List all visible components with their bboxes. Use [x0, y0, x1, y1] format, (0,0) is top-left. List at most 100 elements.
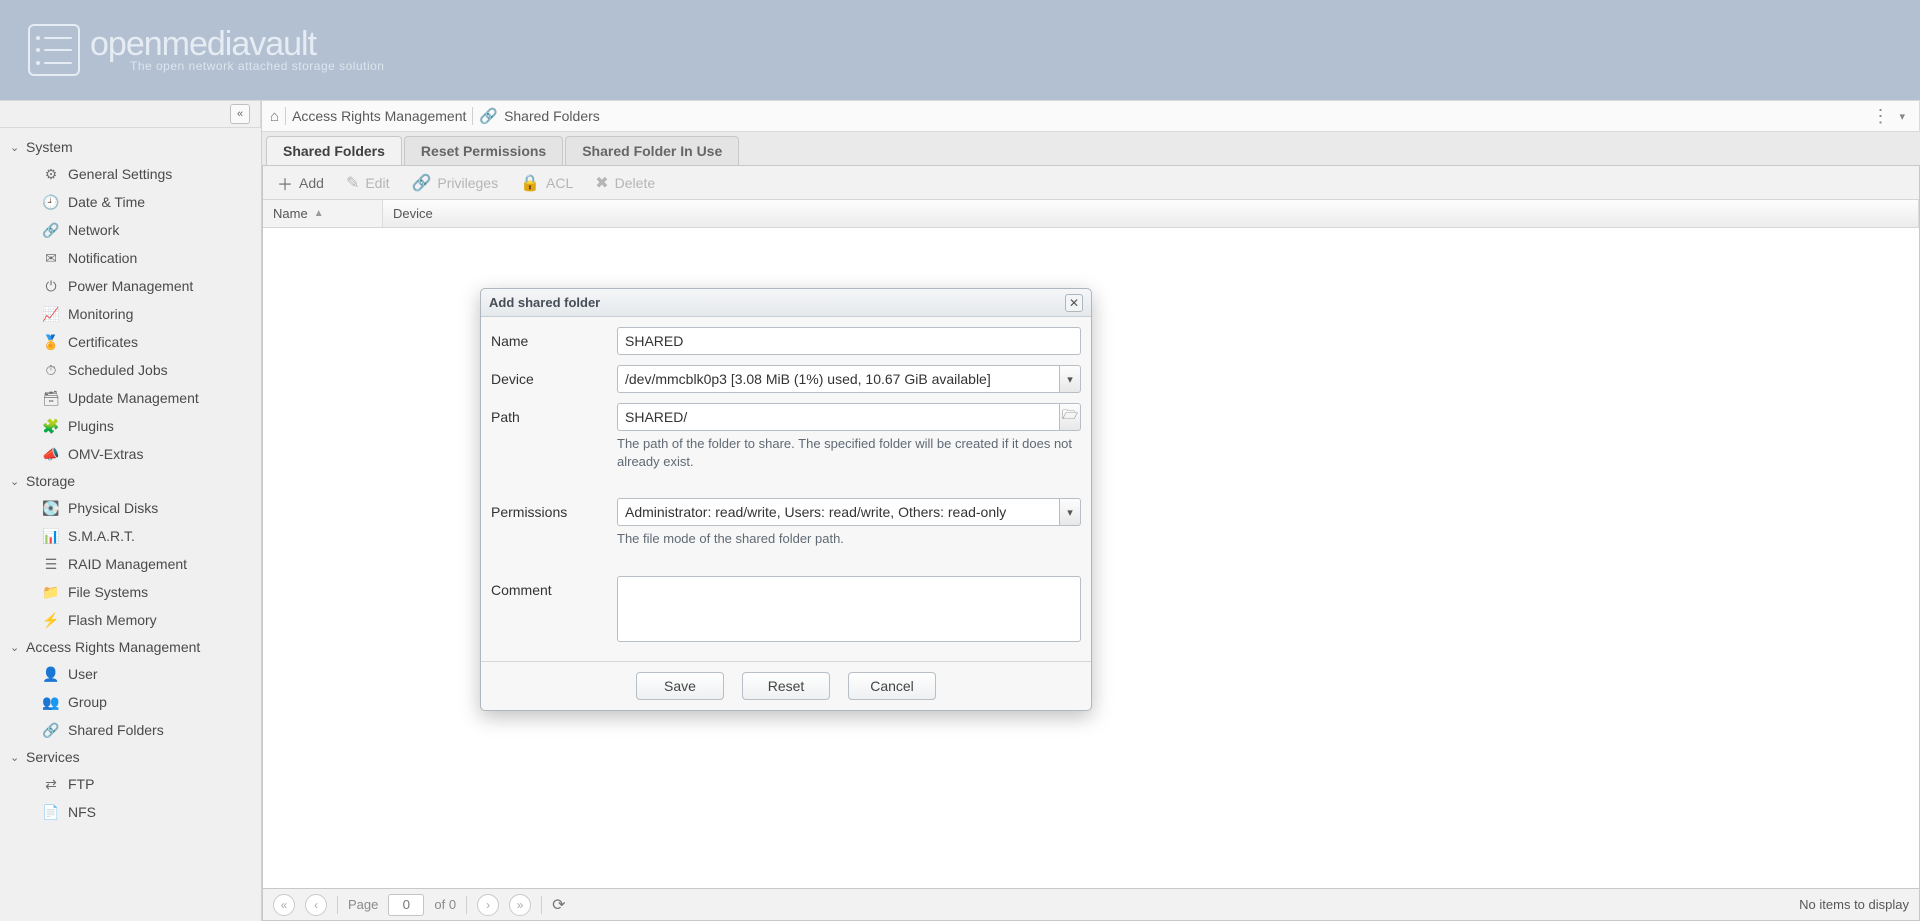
disk-icon: 💽: [42, 499, 60, 517]
more-icon[interactable]: ⋮: [1871, 106, 1889, 127]
sidebar-item-label: RAID Management: [68, 554, 187, 574]
sidebar-item-raid-management[interactable]: ☰ RAID Management: [0, 550, 261, 578]
sidebar-item-date-time[interactable]: 🕘Date & Time: [0, 188, 261, 216]
sidebar-item-smart[interactable]: 📊 S.M.A.R.T.: [0, 522, 261, 550]
tab-reset-permissions[interactable]: Reset Permissions: [404, 136, 563, 165]
page-of: of 0: [434, 897, 456, 912]
folder-icon: 📁: [42, 583, 60, 601]
device-label: Device: [491, 365, 617, 387]
dialog-close-button[interactable]: ✕: [1065, 294, 1083, 312]
clock-icon: 🕘: [42, 193, 60, 211]
path-browse-button[interactable]: 🗁: [1059, 403, 1081, 431]
sidebar-item-flash-memory[interactable]: ⚡Flash Memory: [0, 606, 261, 634]
sidebar-item-general-settings[interactable]: ⚙General Settings: [0, 160, 261, 188]
sidebar-item-file-systems[interactable]: 📁 File Systems: [0, 578, 261, 606]
puzzle-icon: 🧩: [42, 417, 60, 435]
refresh-icon[interactable]: ⟳: [552, 895, 565, 915]
sidebar-item-label: Scheduled Jobs: [68, 360, 168, 380]
sidebar-item-group[interactable]: 👥Group: [0, 688, 261, 716]
col-label: Device: [393, 206, 433, 221]
acl-button[interactable]: 🔒 ACL: [510, 170, 583, 196]
device-select[interactable]: [617, 365, 1059, 393]
sidebar-item-notification[interactable]: ✉Notification: [0, 244, 261, 272]
lock-icon: 🔒: [520, 173, 540, 193]
stack-icon: ☰: [42, 555, 60, 573]
home-icon[interactable]: ⌂: [270, 108, 279, 125]
permissions-dropdown-button[interactable]: ▾: [1059, 498, 1081, 526]
permissions-label: Permissions: [491, 498, 617, 520]
mail-icon: ✉: [42, 249, 60, 267]
dialog-title: Add shared folder: [489, 295, 600, 310]
sidebar-item-monitoring[interactable]: 📈Monitoring: [0, 300, 261, 328]
dropdown-icon[interactable]: ▾: [1899, 110, 1905, 123]
breadcrumb-page[interactable]: Shared Folders: [504, 108, 600, 124]
share-icon: 🔗: [411, 173, 431, 193]
share-icon: 🔗: [42, 721, 60, 739]
sidebar-item-label: Power Management: [68, 276, 193, 296]
sidebar-item-label: S.M.A.R.T.: [68, 526, 135, 546]
sidebar-item-nfs[interactable]: 📄NFS: [0, 798, 261, 826]
tab-shared-folder-in-use[interactable]: Shared Folder In Use: [565, 136, 739, 165]
device-dropdown-button[interactable]: ▾: [1059, 365, 1081, 393]
grid-header: Name▲ Device: [263, 200, 1919, 228]
sidebar-collapse-button[interactable]: «: [230, 104, 250, 124]
sidebar-group-services[interactable]: ⌄Services: [0, 744, 261, 770]
sidebar-group-system[interactable]: ⌄System: [0, 134, 261, 160]
add-button[interactable]: ＋Add: [267, 168, 334, 198]
sidebar-group-storage[interactable]: ⌄Storage: [0, 468, 261, 494]
sidebar-item-certificates[interactable]: 🏅Certificates: [0, 328, 261, 356]
last-page-button[interactable]: »: [509, 894, 531, 916]
sidebar-item-label: Flash Memory: [68, 610, 157, 630]
group-label: Access Rights Management: [26, 639, 200, 655]
prev-page-button[interactable]: ‹: [305, 894, 327, 916]
toolbar: ＋Add ✎Edit 🔗Privileges 🔒 ACL ✖Delete: [263, 166, 1919, 200]
package-icon: 🗃: [42, 389, 60, 407]
name-label: Name: [491, 327, 617, 349]
toolbar-label: Edit: [365, 175, 389, 191]
gear-icon: ⚙: [42, 165, 60, 183]
name-field[interactable]: [617, 327, 1081, 355]
comment-field[interactable]: [617, 576, 1081, 642]
sidebar-item-network[interactable]: 🔗 Network: [0, 216, 261, 244]
sidebar-item-scheduled-jobs[interactable]: ⏱Scheduled Jobs: [0, 356, 261, 384]
permissions-select[interactable]: [617, 498, 1059, 526]
col-name[interactable]: Name▲: [263, 200, 383, 227]
sidebar-item-update-management[interactable]: 🗃Update Management: [0, 384, 261, 412]
sidebar-item-label: Certificates: [68, 332, 138, 352]
sidebar-collapse-bar: «: [0, 100, 261, 128]
sidebar-item-label: Group: [68, 692, 107, 712]
sidebar-item-omv-extras[interactable]: 📣OMV-Extras: [0, 440, 261, 468]
sidebar-item-power-management[interactable]: ⏻ Power Management: [0, 272, 261, 300]
sidebar-item-plugins[interactable]: 🧩Plugins: [0, 412, 261, 440]
reset-button[interactable]: Reset: [742, 672, 830, 700]
group-label: Storage: [26, 473, 75, 489]
privileges-button[interactable]: 🔗Privileges: [401, 170, 508, 196]
save-button[interactable]: Save: [636, 672, 724, 700]
toolbar-label: Add: [299, 175, 324, 191]
sidebar-item-label: Monitoring: [68, 304, 133, 324]
chart-icon: 📊: [42, 527, 60, 545]
breadcrumb-section[interactable]: Access Rights Management: [292, 108, 466, 124]
page-input[interactable]: [388, 894, 424, 916]
sidebar-item-user[interactable]: 👤User: [0, 660, 261, 688]
sidebar-item-label: File Systems: [68, 582, 148, 602]
sidebar-item-ftp[interactable]: ⇄FTP: [0, 770, 261, 798]
toolbar-label: ACL: [546, 175, 573, 191]
tab-shared-folders[interactable]: Shared Folders: [266, 136, 402, 165]
path-field[interactable]: [617, 403, 1059, 431]
sidebar-item-label: User: [68, 664, 98, 684]
sidebar-item-shared-folders[interactable]: 🔗Shared Folders: [0, 716, 261, 744]
first-page-button[interactable]: «: [273, 894, 295, 916]
power-icon: ⏻: [42, 277, 60, 295]
sidebar-item-physical-disks[interactable]: 💽Physical Disks: [0, 494, 261, 522]
edit-button[interactable]: ✎Edit: [336, 170, 400, 196]
delete-button[interactable]: ✖Delete: [585, 170, 665, 196]
col-device[interactable]: Device: [383, 200, 1919, 227]
sidebar-group-arm[interactable]: ⌄Access Rights Management: [0, 634, 261, 660]
network-icon: 🔗: [42, 221, 60, 239]
x-icon: ✖: [595, 173, 608, 193]
next-page-button[interactable]: ›: [477, 894, 499, 916]
path-label: Path: [491, 403, 617, 425]
cancel-button[interactable]: Cancel: [848, 672, 936, 700]
sidebar-item-label: Network: [68, 220, 119, 240]
